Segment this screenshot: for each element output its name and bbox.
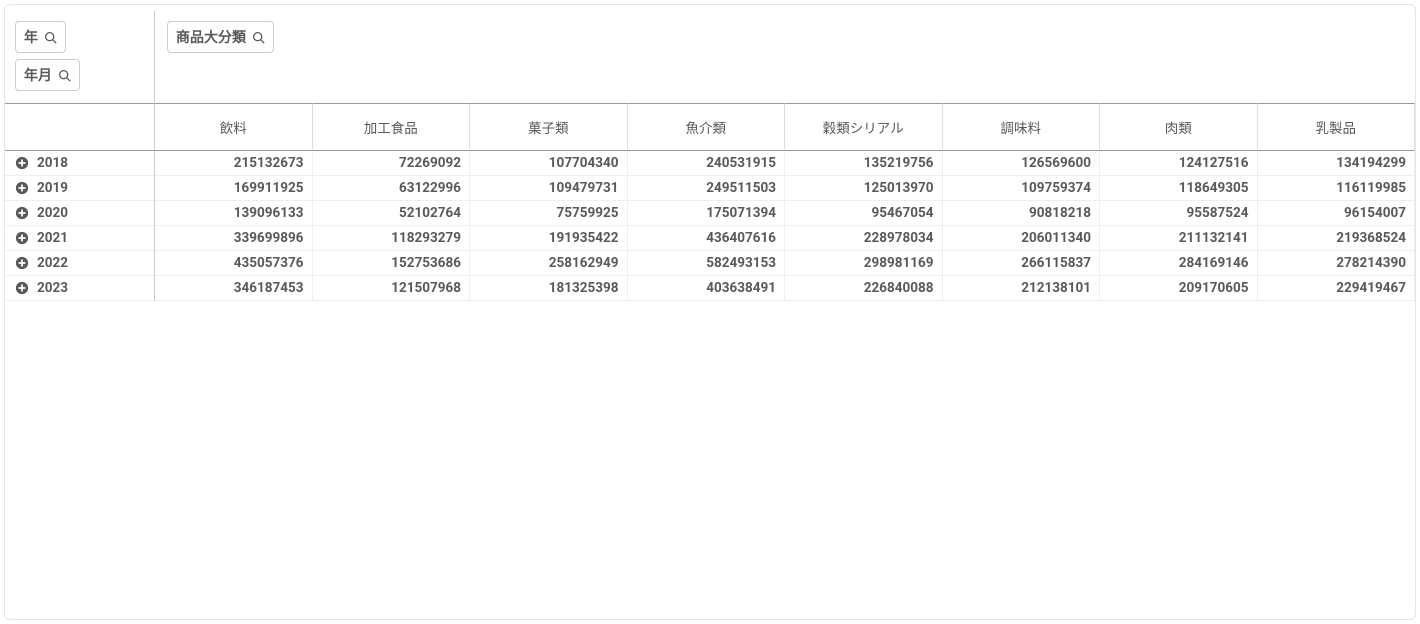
column-dimension-category[interactable]: 商品大分類 bbox=[167, 21, 274, 53]
data-cell[interactable]: 118649305 bbox=[1100, 176, 1258, 201]
data-cell[interactable]: 229419467 bbox=[1258, 276, 1416, 301]
row-header[interactable]: 2022 bbox=[5, 251, 155, 276]
chip-label: 年月 bbox=[24, 65, 52, 85]
data-cell[interactable]: 226840088 bbox=[785, 276, 943, 301]
data-cell[interactable]: 134194299 bbox=[1258, 151, 1416, 176]
column-header[interactable]: 穀類シリアル bbox=[785, 103, 943, 151]
data-cell[interactable]: 215132673 bbox=[155, 151, 313, 176]
data-cell[interactable]: 240531915 bbox=[628, 151, 786, 176]
row-label: 2020 bbox=[37, 205, 68, 221]
pivot-frame: 年 年月 商品大分類 飲料 加工食品 菓子類 魚介類 穀類シリアル 調味料 肉類… bbox=[4, 4, 1416, 620]
data-cell[interactable]: 219368524 bbox=[1258, 226, 1416, 251]
column-header[interactable]: 肉類 bbox=[1100, 103, 1258, 151]
data-cell[interactable]: 121507968 bbox=[313, 276, 471, 301]
table-row: 2021 339699896118293279191935422436407616… bbox=[5, 226, 1415, 251]
data-cell[interactable]: 126569600 bbox=[943, 151, 1101, 176]
pivot-body: 2018215132673722690921077043402405319151… bbox=[5, 151, 1415, 301]
row-header[interactable]: 2018 bbox=[5, 151, 155, 176]
row-header[interactable]: 2020 bbox=[5, 201, 155, 226]
data-cell[interactable]: 278214390 bbox=[1258, 251, 1416, 276]
chip-label: 年 bbox=[24, 27, 38, 47]
data-cell[interactable]: 258162949 bbox=[470, 251, 628, 276]
chip-label: 商品大分類 bbox=[176, 27, 246, 47]
data-cell[interactable]: 96154007 bbox=[1258, 201, 1416, 226]
expand-icon[interactable] bbox=[15, 206, 29, 220]
data-cell[interactable]: 206011340 bbox=[943, 226, 1101, 251]
data-cell[interactable]: 209170605 bbox=[1100, 276, 1258, 301]
data-cell[interactable]: 403638491 bbox=[628, 276, 786, 301]
data-cell[interactable]: 339699896 bbox=[155, 226, 313, 251]
header-corner bbox=[5, 103, 155, 151]
expand-icon[interactable] bbox=[15, 156, 29, 170]
data-cell[interactable]: 284169146 bbox=[1100, 251, 1258, 276]
data-cell[interactable]: 266115837 bbox=[943, 251, 1101, 276]
row-dimension-zone: 年 年月 bbox=[5, 11, 155, 103]
column-header[interactable]: 調味料 bbox=[943, 103, 1101, 151]
data-cell[interactable]: 109479731 bbox=[470, 176, 628, 201]
column-header[interactable]: 魚介類 bbox=[628, 103, 786, 151]
table-row: 2019169911925631229961094797312495115031… bbox=[5, 176, 1415, 201]
row-label: 2021 bbox=[37, 230, 68, 246]
expand-icon[interactable] bbox=[15, 181, 29, 195]
data-cell[interactable]: 169911925 bbox=[155, 176, 313, 201]
column-dimension-zone: 商品大分類 bbox=[155, 11, 1415, 103]
data-cell[interactable]: 125013970 bbox=[785, 176, 943, 201]
data-cell[interactable]: 191935422 bbox=[470, 226, 628, 251]
row-label: 2023 bbox=[37, 280, 68, 296]
row-dimension-year[interactable]: 年 bbox=[15, 21, 66, 53]
data-cell[interactable]: 346187453 bbox=[155, 276, 313, 301]
data-cell[interactable]: 436407616 bbox=[628, 226, 786, 251]
search-icon bbox=[252, 31, 265, 44]
table-row: 2023 346187453121507968181325398403638491… bbox=[5, 276, 1415, 301]
column-header-row: 飲料 加工食品 菓子類 魚介類 穀類シリアル 調味料 肉類 乳製品 bbox=[5, 103, 1415, 151]
row-label: 2019 bbox=[37, 180, 68, 196]
expand-icon[interactable] bbox=[15, 256, 29, 270]
data-cell[interactable]: 249511503 bbox=[628, 176, 786, 201]
table-row: 2022 435057376152753686258162949582493153… bbox=[5, 251, 1415, 276]
table-row: 2018215132673722690921077043402405319151… bbox=[5, 151, 1415, 176]
data-cell[interactable]: 116119985 bbox=[1258, 176, 1416, 201]
row-label: 2022 bbox=[37, 255, 68, 271]
data-cell[interactable]: 211132141 bbox=[1100, 226, 1258, 251]
data-cell[interactable]: 212138101 bbox=[943, 276, 1101, 301]
row-dimension-yearmonth[interactable]: 年月 bbox=[15, 59, 80, 91]
data-cell[interactable]: 135219756 bbox=[785, 151, 943, 176]
row-header[interactable]: 2023 bbox=[5, 276, 155, 301]
search-icon bbox=[58, 69, 71, 82]
data-cell[interactable]: 152753686 bbox=[313, 251, 471, 276]
data-cell[interactable]: 298981169 bbox=[785, 251, 943, 276]
data-cell[interactable]: 72269092 bbox=[313, 151, 471, 176]
data-cell[interactable]: 90818218 bbox=[943, 201, 1101, 226]
data-cell[interactable]: 228978034 bbox=[785, 226, 943, 251]
data-cell[interactable]: 75759925 bbox=[470, 201, 628, 226]
expand-icon[interactable] bbox=[15, 281, 29, 295]
data-cell[interactable]: 175071394 bbox=[628, 201, 786, 226]
column-header[interactable]: 菓子類 bbox=[470, 103, 628, 151]
column-header[interactable]: 加工食品 bbox=[313, 103, 471, 151]
data-cell[interactable]: 124127516 bbox=[1100, 151, 1258, 176]
data-cell[interactable]: 63122996 bbox=[313, 176, 471, 201]
data-cell[interactable]: 118293279 bbox=[313, 226, 471, 251]
column-header[interactable]: 飲料 bbox=[155, 103, 313, 151]
row-header[interactable]: 2019 bbox=[5, 176, 155, 201]
data-cell[interactable]: 109759374 bbox=[943, 176, 1101, 201]
dimension-bar: 年 年月 商品大分類 bbox=[5, 11, 1415, 103]
data-cell[interactable]: 107704340 bbox=[470, 151, 628, 176]
table-row: 2020139096133521027647575992517507139495… bbox=[5, 201, 1415, 226]
column-header[interactable]: 乳製品 bbox=[1258, 103, 1416, 151]
data-cell[interactable]: 95467054 bbox=[785, 201, 943, 226]
data-cell[interactable]: 139096133 bbox=[155, 201, 313, 226]
row-header[interactable]: 2021 bbox=[5, 226, 155, 251]
data-cell[interactable]: 95587524 bbox=[1100, 201, 1258, 226]
data-cell[interactable]: 181325398 bbox=[470, 276, 628, 301]
expand-icon[interactable] bbox=[15, 231, 29, 245]
data-cell[interactable]: 52102764 bbox=[313, 201, 471, 226]
data-cell[interactable]: 582493153 bbox=[628, 251, 786, 276]
row-label: 2018 bbox=[37, 155, 68, 171]
search-icon bbox=[44, 31, 57, 44]
data-cell[interactable]: 435057376 bbox=[155, 251, 313, 276]
